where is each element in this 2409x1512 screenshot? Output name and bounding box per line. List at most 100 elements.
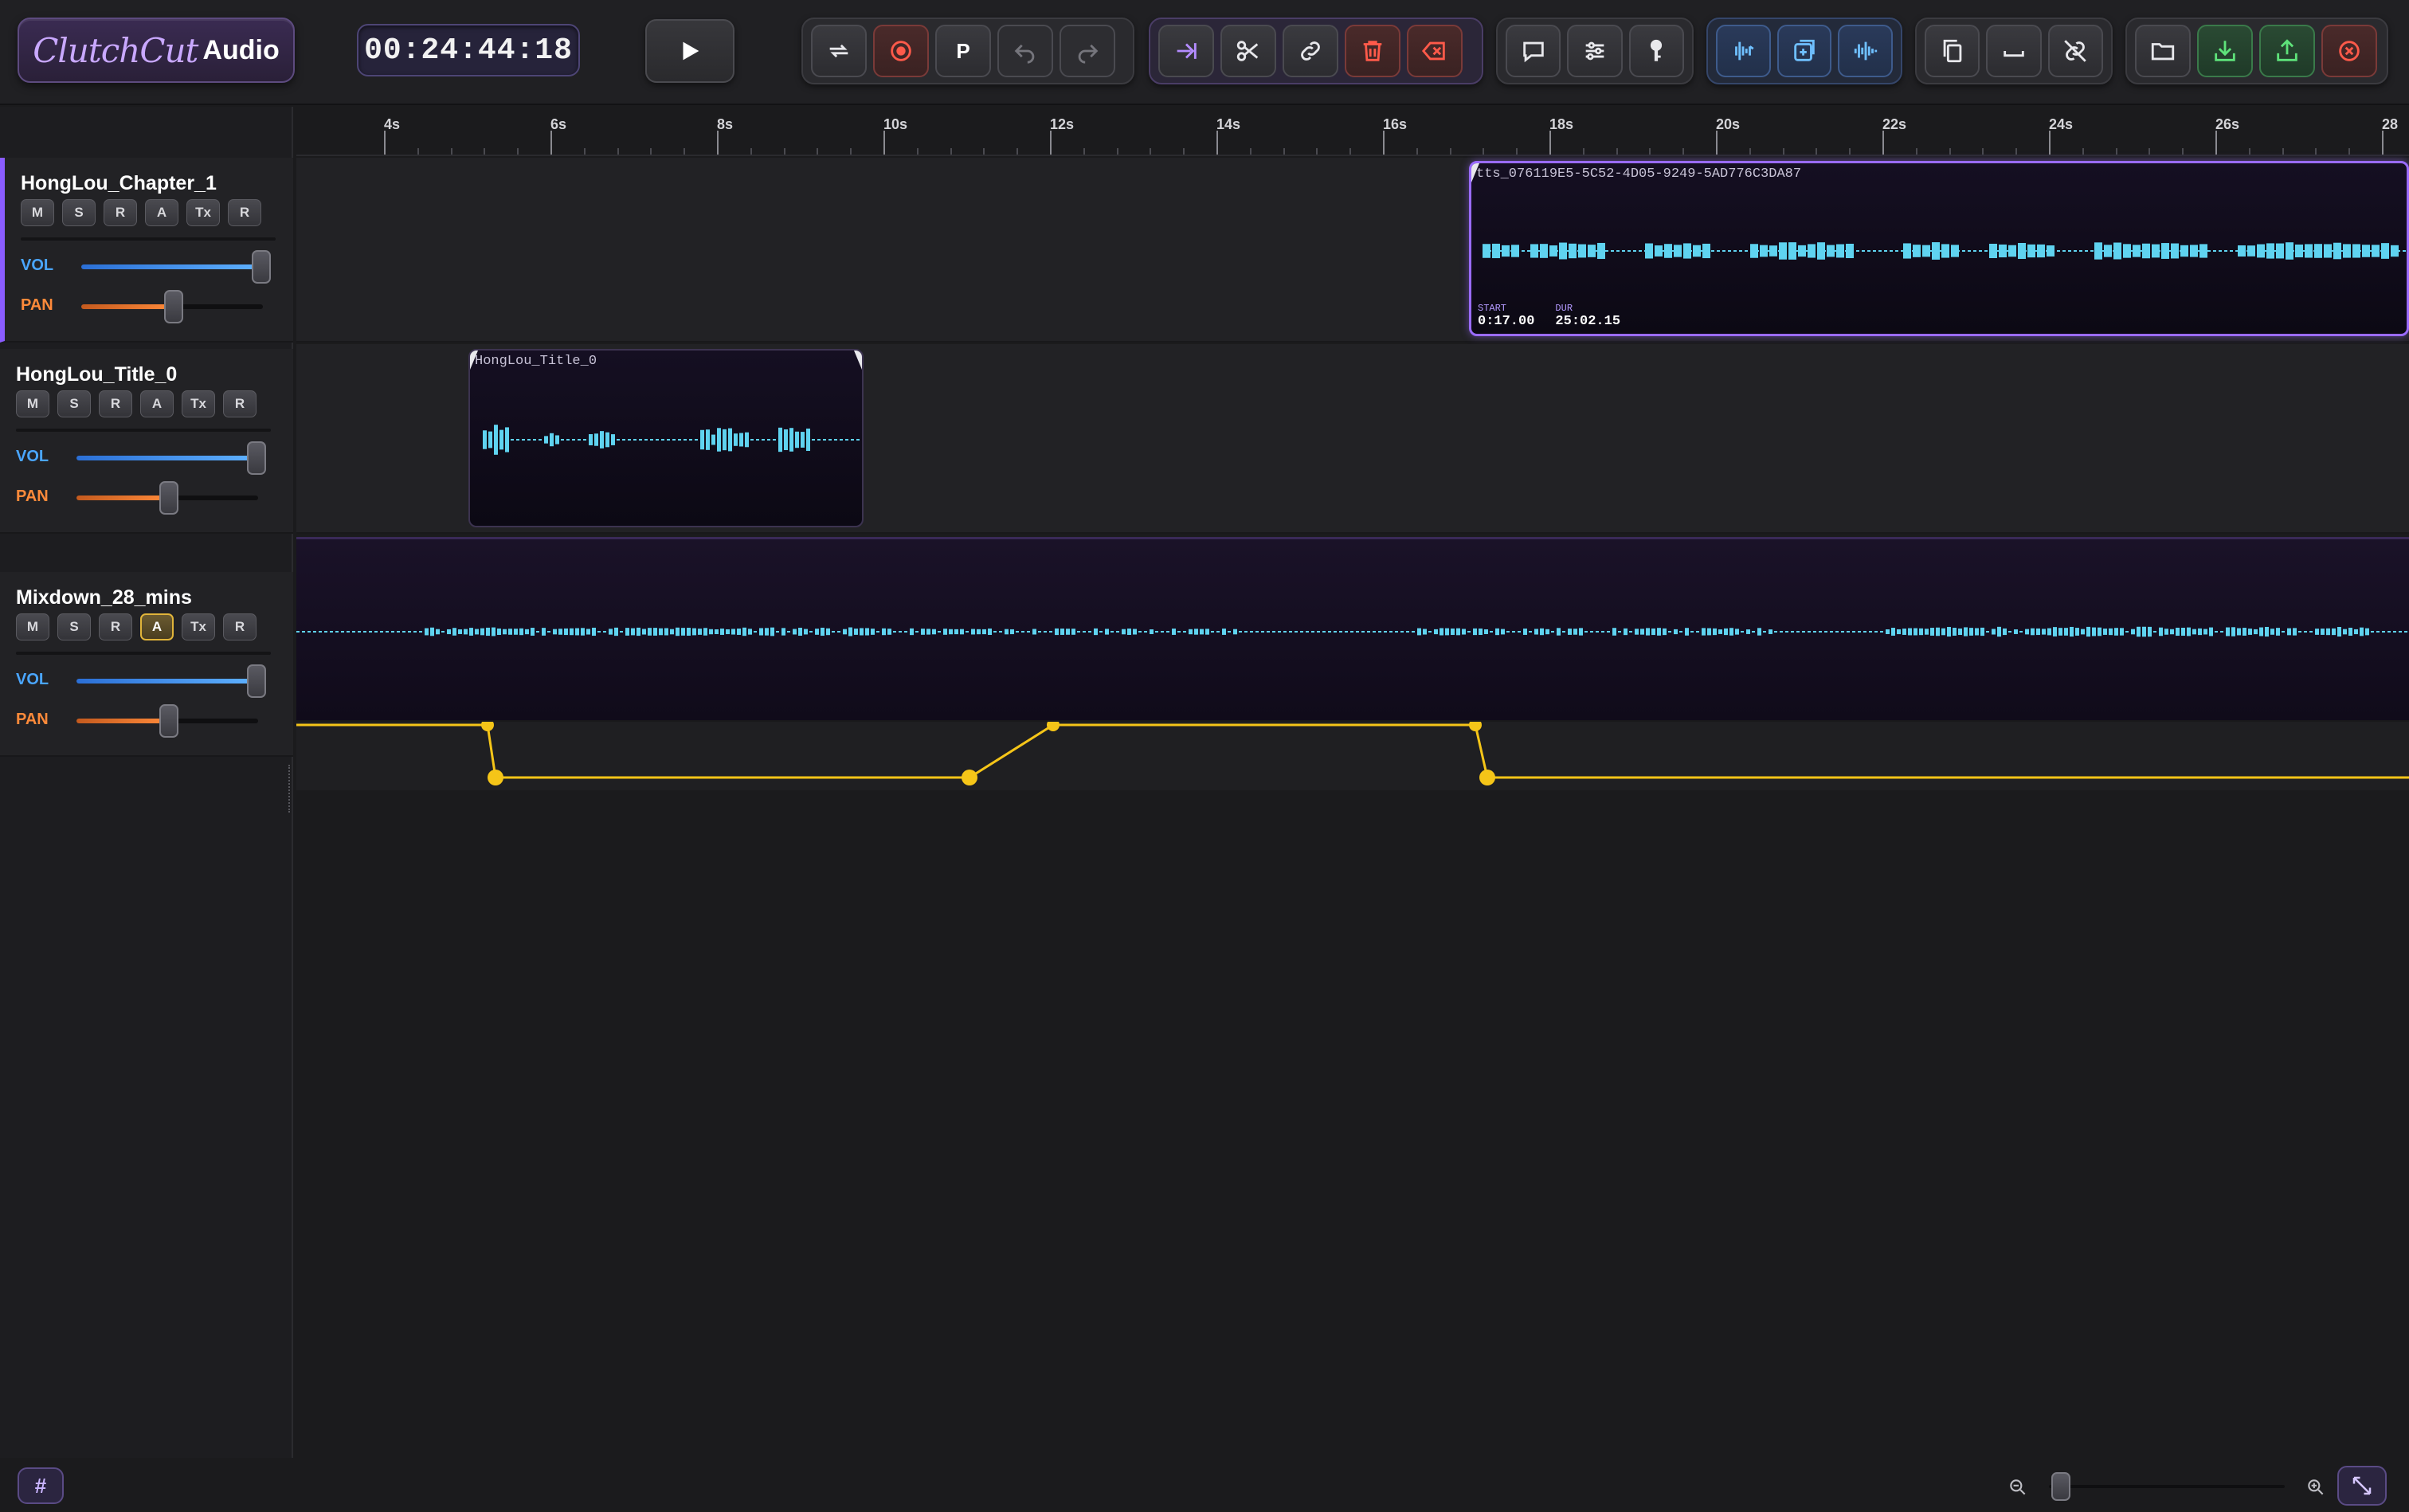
expand-icon <box>2352 1476 2372 1495</box>
volume-slider[interactable] <box>81 250 271 284</box>
automation-point[interactable] <box>488 770 503 785</box>
zoom-in-icon[interactable] <box>2305 1477 2326 1498</box>
remove-track-button[interactable]: R <box>223 390 257 417</box>
record-arm-button[interactable]: R <box>99 390 132 417</box>
pan-slider[interactable] <box>76 481 258 515</box>
transport-group: P <box>801 18 1134 84</box>
automation-point[interactable] <box>1047 719 1060 731</box>
ruler-tick <box>1050 131 1052 155</box>
track-header-honglou-title-0[interactable]: HongLou_Title_0 M S R A Tx R VOL PAN <box>0 349 293 534</box>
record-button[interactable] <box>873 25 929 77</box>
mixer-button[interactable] <box>1567 25 1623 77</box>
link-button[interactable] <box>1283 25 1338 77</box>
ruler-minor-tick <box>1249 148 1252 155</box>
undo-button[interactable] <box>997 25 1053 77</box>
automation-lane[interactable] <box>296 719 2409 790</box>
waveform-split-icon <box>1735 41 1754 61</box>
ruler-minor-tick <box>916 148 919 155</box>
track-name[interactable]: Mixdown_28_mins <box>16 586 192 609</box>
automation-curve[interactable] <box>296 719 2409 790</box>
mute-button[interactable]: M <box>16 390 49 417</box>
ruler-minor-tick <box>2115 148 2117 155</box>
track-header-mixdown-28-mins[interactable]: Mixdown_28_mins M S R A Tx R VOL PAN <box>0 572 293 757</box>
punch-button[interactable]: P <box>935 25 991 77</box>
automation-button[interactable]: A <box>140 390 174 417</box>
ruler-minor-tick <box>2248 148 2250 155</box>
play-button[interactable] <box>645 19 734 83</box>
ruler-minor-tick <box>1416 148 1418 155</box>
track-buttons: M S R A Tx R <box>16 613 257 640</box>
audio-clip-chapter[interactable]: tts_076119E5-5C52-4D05-9249-5AD776C3DA87… <box>1469 161 2409 336</box>
export-button[interactable] <box>2259 25 2315 77</box>
copy-button[interactable] <box>1925 25 1980 77</box>
volume-slider[interactable] <box>76 441 266 475</box>
pan-slider[interactable] <box>81 290 263 323</box>
record-arm-button[interactable]: R <box>99 613 132 640</box>
unlink-button[interactable] <box>2047 25 2103 77</box>
ruler-minor-tick <box>783 148 785 155</box>
track-header-honglou-chapter-1[interactable]: HongLou_Chapter_1 M S R A Tx R VOL PAN <box>0 158 293 343</box>
grid-toggle-button[interactable]: # <box>18 1467 64 1504</box>
automation-point[interactable] <box>481 719 494 731</box>
automation-point[interactable] <box>1469 719 1482 731</box>
export-icon <box>2277 39 2297 61</box>
track-name[interactable]: HongLou_Chapter_1 <box>21 172 217 195</box>
solo-button[interactable]: S <box>57 390 91 417</box>
time-ruler[interactable]: 4s 6s 8s 10s 12s 14s 16s 18s 20s 22s 24s 26s 28 <box>296 107 2409 156</box>
automation-button[interactable]: A <box>140 613 174 640</box>
pan-slider[interactable] <box>76 704 258 738</box>
volume-knob[interactable] <box>247 664 266 698</box>
open-folder-button[interactable] <box>2135 25 2191 77</box>
ruler-tick-label: 24s <box>2049 116 2074 132</box>
split-button[interactable] <box>1220 25 1276 77</box>
waveform-split-button[interactable] <box>1716 25 1771 77</box>
ripple-delete-button[interactable] <box>1407 25 1463 77</box>
remove-track-button[interactable]: R <box>223 613 257 640</box>
add-layer-button[interactable] <box>1776 25 1832 77</box>
zoom-slider[interactable] <box>2049 1485 2285 1488</box>
import-button[interactable] <box>2197 25 2253 77</box>
volume-knob[interactable] <box>247 441 266 475</box>
comment-button[interactable] <box>1506 25 1561 77</box>
ruler-minor-tick <box>1616 148 1618 155</box>
redo-button[interactable] <box>1060 25 1115 77</box>
ruler-minor-tick <box>1083 148 1085 155</box>
zoom-thumb[interactable] <box>2051 1472 2070 1501</box>
pan-knob[interactable] <box>159 481 178 515</box>
close-project-button[interactable] <box>2321 25 2377 77</box>
jump-to-end-button[interactable] <box>1158 25 1214 77</box>
automation-point[interactable] <box>1479 770 1495 785</box>
ruler-minor-tick <box>1749 148 1751 155</box>
transcript-button[interactable]: Tx <box>182 390 215 417</box>
solo-button[interactable]: S <box>57 613 91 640</box>
transcript-button[interactable]: Tx <box>186 199 220 226</box>
track-lane-mixdown-28-mins[interactable] <box>296 537 2409 722</box>
ruler-minor-tick <box>1516 148 1518 155</box>
zoom-out-icon[interactable] <box>2007 1477 2028 1498</box>
track-name[interactable]: HongLou_Title_0 <box>16 363 177 386</box>
loop-button[interactable] <box>811 25 867 77</box>
record-arm-button[interactable]: R <box>104 199 137 226</box>
fit-to-window-button[interactable] <box>2337 1466 2387 1506</box>
audio-clip-title[interactable]: HongLou_Title_0 <box>468 349 864 527</box>
ruler-minor-tick <box>1349 148 1352 155</box>
track-lane-honglou-title-0[interactable]: HongLou_Title_0 <box>296 344 2409 534</box>
delete-button[interactable] <box>1345 25 1400 77</box>
track-lane-honglou-chapter-1[interactable]: tts_076119E5-5C52-4D05-9249-5AD776C3DA87… <box>296 158 2409 343</box>
solo-button[interactable]: S <box>62 199 96 226</box>
pan-knob[interactable] <box>159 704 178 738</box>
mute-button[interactable]: M <box>21 199 54 226</box>
automation-button[interactable]: A <box>145 199 178 226</box>
waveform-merge-button[interactable] <box>1838 25 1894 77</box>
remove-track-button[interactable]: R <box>228 199 261 226</box>
volume-slider[interactable] <box>76 664 266 698</box>
insert-silence-button[interactable] <box>1986 25 2042 77</box>
mute-button[interactable]: M <box>16 613 49 640</box>
header-resize-handle[interactable] <box>288 765 292 813</box>
pan-label: PAN <box>16 488 49 505</box>
volume-knob[interactable] <box>252 250 271 284</box>
keyframe-button[interactable] <box>1628 25 1684 77</box>
automation-point[interactable] <box>962 770 977 785</box>
transcript-button[interactable]: Tx <box>182 613 215 640</box>
pan-knob[interactable] <box>164 290 183 323</box>
